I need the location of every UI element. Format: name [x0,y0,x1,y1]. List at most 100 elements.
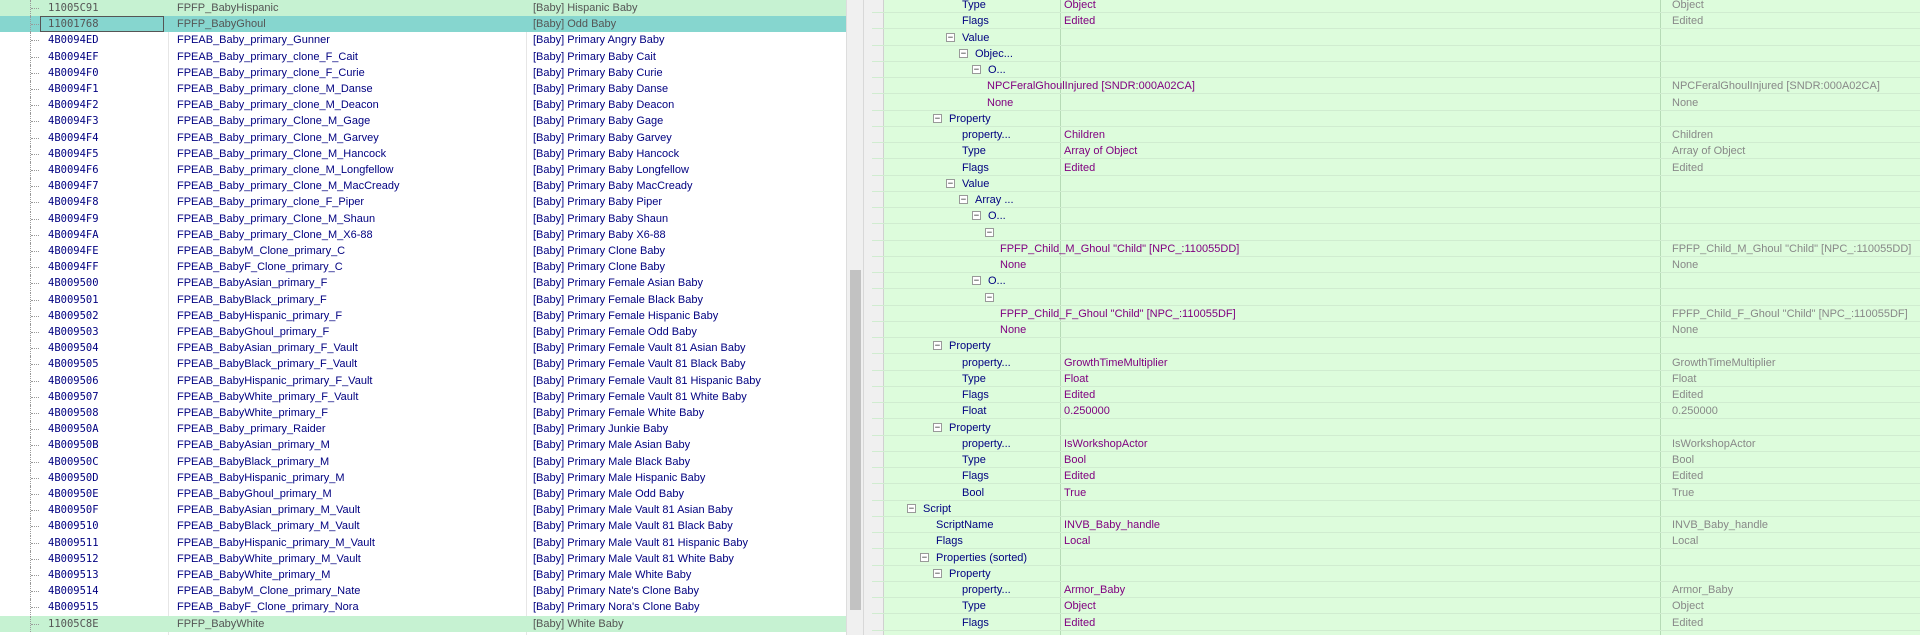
tree-row[interactable]: − Value [872,176,1920,192]
record-row[interactable]: 4B009503 FPEAB_BabyGhoul_primary_F [Baby] … [0,324,846,340]
tree-row[interactable]: − Property [872,420,1920,436]
record-row[interactable]: 4B009500 FPEAB_BabyAsian_primary_F [Baby] … [0,275,846,292]
tree-row[interactable]: − Script [872,501,1920,517]
tree-row[interactable]: − O... [872,208,1920,225]
record-row[interactable]: 11001768 FPFP_BabyGhoul [Baby] Odd Baby [0,16,846,33]
tree-row[interactable]: − O... [872,273,1920,290]
tree-row[interactable]: None None [872,322,1920,338]
tree-row[interactable]: property... Children Children [872,127,1920,143]
collapse-icon[interactable]: − [933,341,942,351]
record-row[interactable]: 4B009505 FPEAB_BabyBlack_primary_F_Vault [… [0,356,846,373]
record-row[interactable]: 4B0094F8 FPEAB_Baby_primary_clone_F_Piper… [0,194,846,211]
record-row[interactable]: 4B0094F7 FPEAB_Baby_primary_Clone_M_MacCr… [0,178,846,195]
collapse-icon[interactable]: − [972,65,981,75]
collapse-icon[interactable]: − [985,292,994,302]
record-row[interactable]: 4B00950D FPEAB_BabyHispanic_primary_M [Bab… [0,469,846,486]
record-row[interactable]: 4B0094EF FPEAB_Baby_primary_clone_F_Cait [… [0,48,846,65]
record-row[interactable]: 4B009511 FPEAB_BabyHispanic_primary_M_Vau… [0,534,846,551]
record-row[interactable]: 4B0094F3 FPEAB_Baby_primary_Clone_M_Gage [… [0,113,846,130]
scrollbar-thumb[interactable] [850,270,861,610]
record-row[interactable]: 4B009514 FPEAB_BabyM_Clone_primary_Nate [B… [0,583,846,600]
record-row[interactable]: 4B0094F1 FPEAB_Baby_primary_clone_M_Danse… [0,81,846,97]
record-row[interactable]: 4B009501 FPEAB_BabyBlack_primary_F [Baby] … [0,291,846,308]
tree-row[interactable]: − [872,225,1920,241]
tree-row[interactable]: Flags Edited Edited [872,160,1920,176]
record-row[interactable]: 4B009513 FPEAB_BabyWhite_primary_M [Baby] … [0,567,846,583]
record-row[interactable]: 4B00950C FPEAB_BabyBlack_primary_M [Baby] … [0,453,846,470]
name-cell: [Baby] Primary Female Vault 81 Hispanic … [533,374,761,387]
tree-row[interactable]: property... Armor_Baby Armor_Baby [872,582,1920,598]
tree-line [30,129,41,146]
tree-row[interactable]: FPFP_Child_F_Ghoul "Child" [NPC_:110055D… [872,306,1920,322]
record-row[interactable]: 4B0094FA FPEAB_Baby_primary_Clone_M_X6-88… [0,226,846,243]
record-row[interactable]: 4B009507 FPEAB_BabyWhite_primary_F_Vault [… [0,388,846,405]
record-row[interactable]: 4B0094F5 FPEAB_Baby_primary_Clone_M_Hanco… [0,145,846,162]
tree-row[interactable]: property... IsWorkshopActor IsWorkshopActo… [872,436,1920,452]
record-row[interactable]: 4B0094FE FPEAB_BabyM_Clone_primary_C [Baby… [0,243,846,259]
record-row[interactable]: 4B00950B FPEAB_BabyAsian_primary_M [Baby] … [0,437,846,454]
record-row[interactable]: 4B009512 FPEAB_BabyWhite_primary_M_Vault [… [0,550,846,567]
collapse-icon[interactable]: − [907,503,916,513]
record-row[interactable]: 4B0094FF FPEAB_BabyF_Clone_primary_C [Baby… [0,259,846,276]
collapse-icon[interactable]: − [933,113,942,123]
collapse-icon[interactable]: − [985,227,994,237]
tree-row[interactable]: − Array ... [872,192,1920,208]
tree-row[interactable]: Type Float Float [872,371,1920,387]
collapse-icon[interactable]: − [946,178,955,188]
record-row[interactable]: 4B009515 FPEAB_BabyF_Clone_primary_Nora [B… [0,599,846,616]
editor-id-cell: FPEAB_BabyAsian_primary_F_Vault [177,342,358,355]
record-row[interactable]: 4B009510 FPEAB_BabyBlack_primary_M_Vault [… [0,518,846,535]
tree-row[interactable]: Flags Edited Edited [872,387,1920,403]
record-list-scrollbar[interactable] [846,0,864,635]
tree-row[interactable]: Flags Local Local [872,533,1920,550]
form-id-cell: 11001768 [48,18,99,31]
record-row[interactable]: 4B009508 FPEAB_BabyWhite_primary_F [Baby] … [0,405,846,421]
record-row[interactable]: 4B00950A FPEAB_Baby_primary_Raider [Baby] … [0,421,846,438]
collapse-icon[interactable]: − [933,422,942,432]
tree-row[interactable]: Type Bool Bool [872,452,1920,468]
collapse-icon[interactable]: − [959,48,968,58]
record-row[interactable]: 4B009502 FPEAB_BabyHispanic_primary_F [Bab… [0,307,846,324]
tree-row[interactable]: Flags Edited Edited [872,13,1920,30]
record-row[interactable]: 4B0094F2 FPEAB_Baby_primary_clone_M_Deaco… [0,97,846,114]
tree-row[interactable]: − [872,290,1920,306]
record-row[interactable]: 11005C8E FPFP_BabyWhite [Baby] White Baby [0,615,846,632]
record-row[interactable]: 4B009504 FPEAB_BabyAsian_primary_F_Vault [… [0,340,846,357]
collapse-icon[interactable]: − [972,211,981,221]
tree-row[interactable]: Float 0.250000 0.250000 [872,403,1920,420]
tree-row[interactable]: − Properties (sorted) [872,550,1920,566]
record-row[interactable]: 4B0094F6 FPEAB_Baby_primary_clone_M_Longf… [0,162,846,178]
record-row[interactable]: 4B0094F4 FPEAB_Baby_primary_Clone_M_Garve… [0,129,846,146]
collapse-icon[interactable]: − [920,552,929,562]
collapse-icon[interactable]: − [933,568,942,578]
collapse-icon[interactable]: − [946,32,955,42]
tree-row[interactable]: property... GrowthTimeMultiplier GrowthTim… [872,355,1920,371]
collapse-icon[interactable]: − [972,276,981,286]
record-row[interactable]: 4B00950F FPEAB_BabyAsian_primary_M_Vault [… [0,502,846,519]
tree-row[interactable]: − Property [872,566,1920,582]
tree-row[interactable]: Type Object Object [872,598,1920,615]
record-row[interactable]: 11005C91 FPFP_BabyHispanic [Baby] Hispanic… [0,0,846,16]
tree-row[interactable]: None None [872,257,1920,273]
tree-row[interactable]: − Property [872,338,1920,355]
tree-row[interactable]: Type Array of Object Array of Object [872,143,1920,160]
record-row[interactable]: 4B009506 FPEAB_BabyHispanic_primary_F_Vau… [0,372,846,389]
tree-row[interactable]: NPCFeralGhoulInjured [SNDR:000A02CA] NPCF… [872,78,1920,95]
master-value-cell: Edited [1672,389,1704,401]
record-row[interactable]: 4B0094F0 FPEAB_Baby_primary_clone_F_Curie… [0,64,846,81]
tree-row[interactable]: − Value [872,30,1920,46]
tree-row[interactable]: FPFP_Child_M_Ghoul "Child" [NPC_:110055D… [872,241,1920,257]
tree-row[interactable]: None None [872,95,1920,111]
tree-row[interactable]: − Objec... [872,46,1920,62]
record-row[interactable]: 4B0094ED FPEAB_Baby_primary_Gunner [Baby] … [0,32,846,49]
tree-row[interactable]: − Property [872,111,1920,127]
tree-row[interactable]: Flags Edited Edited [872,468,1920,485]
collapse-icon[interactable]: − [959,195,968,205]
tree-row[interactable]: ScriptName INVB_Baby_handle INVB_Baby_hand… [872,517,1920,533]
tree-row[interactable]: Type Object Object [872,0,1920,13]
record-row[interactable]: 4B0094F9 FPEAB_Baby_primary_Clone_M_Shaun… [0,210,846,227]
record-row[interactable]: 4B00950E FPEAB_BabyGhoul_primary_M [Baby] … [0,486,846,502]
tree-row[interactable]: Bool True True [872,485,1920,501]
tree-row[interactable]: Flags Edited Edited [872,615,1920,631]
tree-row[interactable]: − O... [872,62,1920,78]
